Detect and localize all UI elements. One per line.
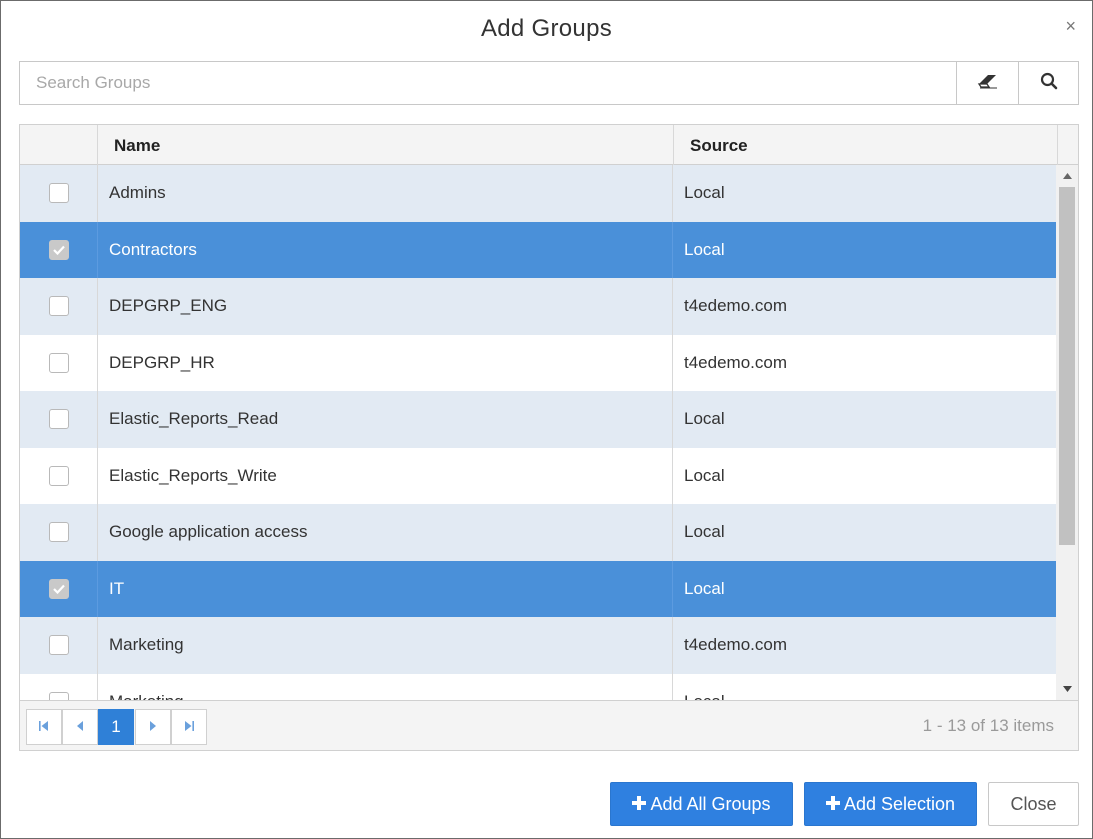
previous-page-button[interactable]	[62, 709, 98, 745]
table-row[interactable]: Elastic_Reports_Write Local	[20, 447, 1056, 504]
row-checkbox[interactable]	[48, 578, 69, 599]
group-name-cell: Google application access	[98, 504, 673, 561]
group-name-cell: Admins	[98, 165, 673, 222]
row-checkbox[interactable]	[48, 296, 69, 317]
plus-icon	[825, 794, 840, 815]
close-button[interactable]: Close	[988, 782, 1079, 826]
check-icon	[52, 579, 65, 599]
row-checkbox[interactable]	[48, 465, 69, 486]
table-row[interactable]: MarketingLocal	[20, 673, 1056, 700]
group-name-cell: Elastic_Reports_Write	[98, 447, 673, 504]
first-page-button[interactable]	[26, 709, 62, 745]
first-page-icon	[38, 718, 50, 736]
search-bar	[19, 61, 1079, 105]
vertical-scrollbar[interactable]	[1056, 165, 1078, 700]
scroll-up-icon[interactable]	[1056, 167, 1078, 185]
close-icon[interactable]: ×	[1065, 17, 1076, 35]
search-icon	[1040, 72, 1058, 95]
table-row[interactable]: Contractors Local	[20, 221, 1056, 278]
row-select-cell	[20, 334, 98, 391]
scroll-thumb[interactable]	[1059, 187, 1075, 545]
row-select-cell	[20, 391, 98, 448]
group-name-cell: IT	[98, 560, 673, 617]
group-source-cell: Local	[684, 465, 725, 485]
group-source-cell: Local	[673, 674, 1056, 700]
row-checkbox[interactable]	[48, 183, 69, 204]
group-name-cell: Marketing	[98, 617, 673, 674]
add-groups-dialog: Add Groups × Name S	[0, 0, 1093, 839]
row-select-cell	[20, 165, 98, 222]
eraser-icon	[977, 73, 999, 94]
next-page-icon	[149, 718, 157, 736]
plus-icon	[632, 794, 647, 815]
group-name-cell: DEPGRP_HR	[98, 334, 673, 391]
table-row[interactable]: Marketing t4edemo.com	[20, 617, 1056, 674]
source-column-header[interactable]: Source	[674, 125, 1058, 165]
next-page-button[interactable]	[135, 709, 171, 745]
group-name-cell: Marketing	[98, 673, 673, 700]
row-select-cell	[20, 617, 98, 674]
group-source-cell: Local	[684, 409, 725, 429]
name-column-header[interactable]: Name	[98, 125, 674, 165]
pager-info: 1 - 13 of 13 items	[922, 716, 1054, 735]
group-name-cell: DEPGRP_ENG	[98, 278, 673, 335]
add-all-groups-label: Add All Groups	[650, 793, 771, 814]
group-source-cell: Local	[684, 183, 725, 203]
clear-search-button[interactable]	[956, 62, 1018, 104]
table-row[interactable]: Elastic_Reports_Read Local	[20, 391, 1056, 448]
select-column-header	[20, 125, 98, 165]
group-source-cell: t4edemo.com	[684, 635, 787, 655]
group-source-cell: t4edemo.com	[684, 352, 787, 372]
row-checkbox[interactable]	[48, 522, 69, 543]
row-checkbox[interactable]	[48, 352, 69, 373]
row-checkbox[interactable]	[48, 691, 69, 700]
search-button[interactable]	[1018, 62, 1078, 104]
table-row[interactable]: Admins Local	[20, 165, 1056, 222]
row-select-cell	[20, 278, 98, 335]
pager: 1 1 - 13 of 13 items	[20, 700, 1078, 750]
check-icon	[52, 240, 65, 260]
last-page-icon	[183, 718, 195, 736]
row-select-cell	[20, 447, 98, 504]
add-all-groups-button[interactable]: Add All Groups	[610, 782, 793, 826]
row-select-cell	[20, 673, 98, 700]
row-checkbox[interactable]	[48, 239, 69, 260]
group-name-cell: Elastic_Reports_Read	[98, 391, 673, 448]
grid-rows: Admins Local Contractors Local DEPGRP_ENG t4e…	[20, 165, 1056, 700]
add-selection-button[interactable]: Add Selection	[804, 782, 977, 826]
groups-grid: Name Source Admins Local Contractors Local D…	[19, 124, 1079, 751]
search-input[interactable]	[20, 62, 956, 104]
table-row[interactable]: Google application access Local	[20, 504, 1056, 561]
table-row[interactable]: DEPGRP_ENG t4edemo.com	[20, 278, 1056, 335]
row-select-cell	[20, 560, 98, 617]
group-name-cell: Contractors	[98, 221, 673, 278]
add-selection-label: Add Selection	[843, 793, 956, 814]
dialog-title: Add Groups	[480, 15, 613, 42]
row-select-cell	[20, 221, 98, 278]
grid-header: Name Source	[20, 125, 1078, 165]
previous-page-icon	[76, 718, 84, 736]
row-checkbox[interactable]	[48, 635, 69, 656]
page-1-button[interactable]: 1	[98, 709, 134, 745]
table-row[interactable]: IT Local	[20, 560, 1056, 617]
table-row[interactable]: DEPGRP_HR t4edemo.com	[20, 334, 1056, 391]
last-page-button[interactable]	[171, 709, 207, 745]
row-checkbox[interactable]	[48, 409, 69, 430]
group-source-cell: Local	[684, 522, 725, 542]
group-source-cell: Local	[684, 239, 725, 259]
group-source-cell: t4edemo.com	[684, 296, 787, 316]
row-select-cell	[20, 504, 98, 561]
group-source-cell: Local	[684, 578, 725, 598]
scroll-down-icon[interactable]	[1056, 680, 1078, 698]
